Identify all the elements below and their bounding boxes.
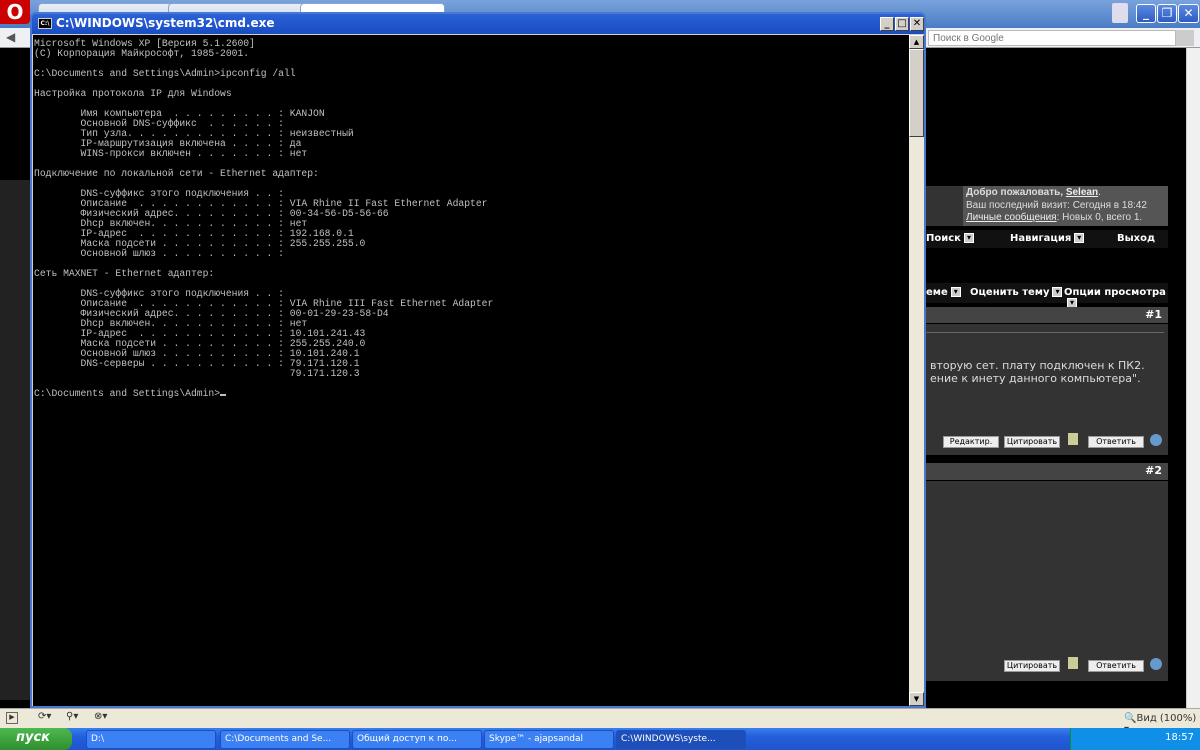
dropdown-icon: ▾ bbox=[950, 287, 961, 297]
back-button[interactable]: ◀ bbox=[6, 30, 26, 46]
console-line: (C) Корпорация Майкрософт, 1985-2001. bbox=[34, 48, 250, 59]
task-button[interactable]: Skype™ - ajapsandal bbox=[484, 730, 614, 749]
google-search-input[interactable] bbox=[928, 30, 1176, 46]
quote-button[interactable]: Цитировать bbox=[1004, 660, 1060, 672]
thread-tool[interactable]: еме ▾ bbox=[926, 287, 961, 298]
pm-link[interactable]: Личные сообщения bbox=[966, 212, 1057, 223]
cmd-minimize-button[interactable]: _ bbox=[880, 17, 894, 31]
clock[interactable]: 18:57 bbox=[1165, 732, 1194, 743]
console-line: C:\Documents and Settings\Admin>ipconfig… bbox=[34, 68, 296, 79]
dropdown-icon: ▾ bbox=[1052, 287, 1063, 297]
nav-navigation[interactable]: Навигация ▾ bbox=[1010, 233, 1085, 244]
console-line: Основной шлюз . . . . . . . . . . : bbox=[34, 248, 284, 259]
post-body: вторую сет. плату подключен к ПК2. ение … bbox=[926, 324, 1168, 455]
pm-counts: : Новых 0, всего 1. bbox=[1056, 212, 1143, 223]
close-button[interactable]: ✕ bbox=[1178, 4, 1199, 23]
start-button[interactable]: пуск bbox=[0, 728, 72, 750]
post-body: Цитировать Ответить bbox=[926, 481, 1168, 681]
user-reply-icon[interactable] bbox=[1150, 658, 1162, 670]
reply-button[interactable]: Ответить bbox=[1088, 436, 1144, 448]
cmd-icon: C:\ bbox=[38, 18, 52, 29]
scroll-up-button[interactable]: ▲ bbox=[909, 35, 924, 49]
post-text: ение к инету данного компьютера". bbox=[930, 372, 1141, 385]
console-line: Подключение по локальной сети - Ethernet… bbox=[34, 168, 319, 179]
cmd-window[interactable]: C:\ C:\WINDOWS\system32\cmd.exe _ □ ✕ Mic… bbox=[30, 12, 926, 708]
search-button[interactable] bbox=[1176, 30, 1194, 46]
post-text: вторую сет. плату подключен к ПК2. bbox=[930, 359, 1145, 372]
prompt: C:\Documents and Settings\Admin> bbox=[34, 388, 221, 399]
cmd-scrollbar[interactable]: ▲ ▼ bbox=[909, 35, 924, 706]
system-tray: 18:57 bbox=[1070, 728, 1200, 750]
username-link[interactable]: Selean bbox=[1066, 187, 1098, 198]
console-line: Сеть MAXNET - Ethernet адаптер: bbox=[34, 268, 215, 279]
reply-button[interactable]: Ответить bbox=[1088, 660, 1144, 672]
restore-button[interactable]: ❐ bbox=[1157, 4, 1177, 23]
scroll-down-button[interactable]: ▼ bbox=[909, 692, 924, 706]
sync-icon[interactable]: ⟳▾ bbox=[38, 711, 51, 722]
last-visit: Ваш последний визит: Сегодня в 18:42 bbox=[966, 199, 1147, 211]
quote-button[interactable]: Цитировать bbox=[1004, 436, 1060, 448]
console-output[interactable]: Microsoft Windows XP [Версия 5.1.2600] (C… bbox=[33, 35, 909, 706]
dropdown-icon: ▾ bbox=[1074, 233, 1085, 243]
opera-menu-button[interactable]: O bbox=[0, 0, 30, 24]
user-reply-icon[interactable] bbox=[1150, 434, 1162, 446]
post-number[interactable]: #2 bbox=[926, 463, 1168, 480]
welcome-box: Добро пожаловать, Selean. Ваш последний … bbox=[963, 186, 1168, 226]
cmd-maximize-button[interactable]: □ bbox=[895, 17, 909, 31]
multiquote-icon[interactable] bbox=[1068, 433, 1078, 445]
task-button[interactable]: C:\Documents and Se... bbox=[220, 730, 350, 749]
welcome-prefix: Добро пожаловать, bbox=[966, 187, 1066, 198]
panel-toggle[interactable]: ▶ bbox=[6, 712, 18, 724]
trash-icon[interactable] bbox=[1112, 3, 1128, 23]
console-line: 79.171.120.3 bbox=[34, 368, 360, 379]
minimize-button[interactable]: _ bbox=[1136, 4, 1156, 23]
task-button[interactable]: D:\ bbox=[86, 730, 216, 749]
nav-logout[interactable]: Выход bbox=[1117, 233, 1155, 244]
rate-thread[interactable]: Оценить тему ▾ bbox=[970, 287, 1063, 298]
task-button[interactable]: Общий доступ к по... bbox=[352, 730, 482, 749]
task-button-active[interactable]: C:\WINDOWS\syste... bbox=[616, 730, 746, 749]
post-number[interactable]: #1 bbox=[926, 307, 1168, 323]
view-options[interactable]: Опции просмотра▾ bbox=[1064, 287, 1168, 309]
forum-header-bg bbox=[926, 186, 963, 226]
browser-scrollbar[interactable] bbox=[1186, 48, 1200, 708]
nav-search[interactable]: Поиск ▾ bbox=[926, 233, 974, 244]
console-line: Настройка протокола IP для Windows bbox=[34, 88, 232, 99]
browser-status-bar: ▶ ⟳▾ ⚲▾ ⊗▾ 🔍Вид (100%) ▾ bbox=[0, 708, 1200, 735]
text-cursor bbox=[220, 394, 227, 396]
turbo-icon[interactable]: ⊗▾ bbox=[94, 711, 107, 722]
dropdown-icon: ▾ bbox=[963, 233, 974, 243]
thread-tools: еме ▾ Оценить тему ▾ Опции просмотра▾ bbox=[926, 283, 1168, 308]
cmd-title[interactable]: C:\ C:\WINDOWS\system32\cmd.exe bbox=[38, 16, 275, 30]
taskbar: пуск D:\ C:\Documents and Se... Общий до… bbox=[0, 728, 1200, 750]
scroll-thumb[interactable] bbox=[909, 49, 924, 137]
edit-button[interactable]: Редактир. bbox=[943, 436, 999, 448]
cmd-close-button[interactable]: ✕ bbox=[910, 17, 924, 31]
forum-left-edge bbox=[0, 180, 30, 700]
forum-nav: Поиск ▾ Навигация ▾ Выход bbox=[926, 230, 1168, 248]
unite-icon[interactable]: ⚲▾ bbox=[66, 711, 78, 722]
console-line: WINS-прокси включен . . . . . . . : нет bbox=[34, 148, 308, 159]
multiquote-icon[interactable] bbox=[1068, 657, 1078, 669]
